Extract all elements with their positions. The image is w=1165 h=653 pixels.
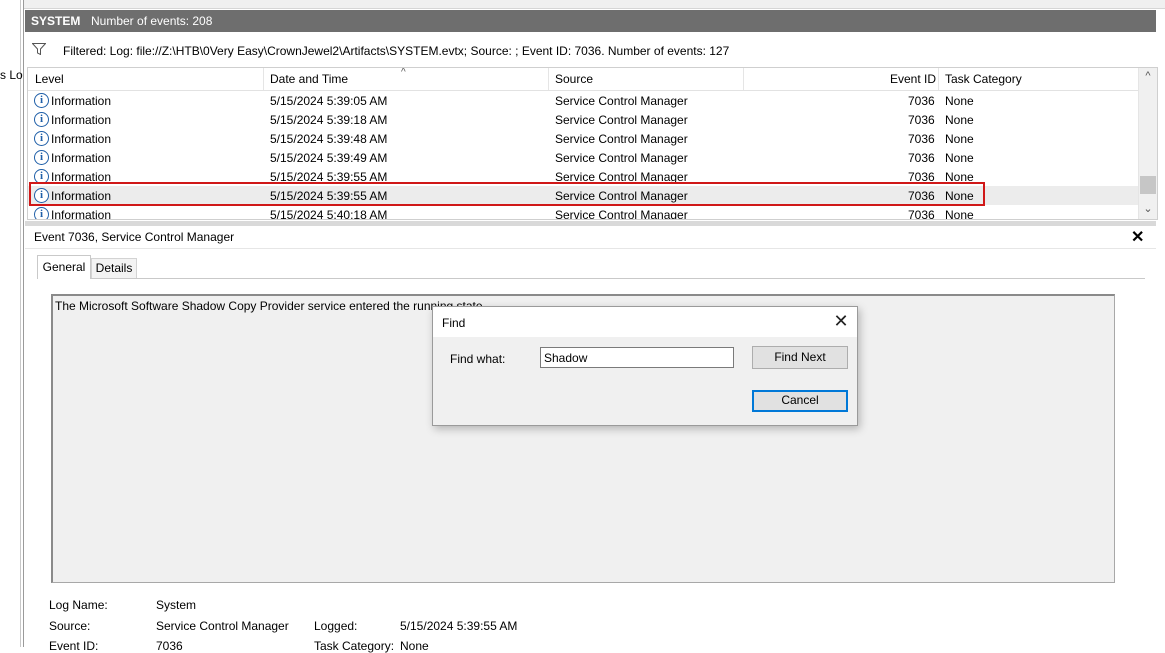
level-cell: Information: [51, 132, 112, 146]
sort-caret-icon: ^: [401, 67, 406, 78]
level-cell: Information: [51, 208, 112, 219]
scroll-up-icon[interactable]: ^: [1139, 70, 1157, 84]
log-name-value: System: [156, 598, 197, 612]
event-id-cell: 7036: [908, 208, 935, 219]
left-pane-item[interactable]: s Lo: [0, 68, 23, 82]
event-detail-title: Event 7036, Service Control Manager: [34, 230, 235, 244]
event-id-cell: 7036: [908, 113, 935, 127]
grid-header: Level Date and Time ^ Source Event ID Ta…: [28, 68, 1138, 91]
event-id-cell: 7036: [908, 132, 935, 146]
table-row[interactable]: i Information 5/15/2024 5:39:49 AM Service …: [28, 148, 1138, 167]
find-dialog-title: Find: [442, 316, 466, 330]
event-count: Number of events: 208: [91, 14, 213, 28]
log-name: SYSTEM: [31, 14, 81, 28]
event-id-label: Event ID:: [49, 639, 99, 653]
column-header-date[interactable]: Date and Time: [270, 72, 348, 86]
level-cell: Information: [51, 113, 112, 127]
source-cell: Service Control Manager: [555, 94, 688, 108]
selected-row-highlight: [29, 182, 985, 206]
pane-divider: [23, 0, 24, 647]
event-detail-header: Event 7036, Service Control Manager ✕: [25, 226, 1156, 249]
column-header-event-id[interactable]: Event ID: [890, 72, 936, 86]
task-category-value: None: [400, 639, 429, 653]
task-category-cell: None: [945, 113, 974, 127]
filter-description: Filtered: Log: file://Z:\HTB\0Very Easy\…: [63, 44, 730, 58]
date-cell: 5/15/2024 5:39:05 AM: [270, 94, 388, 108]
column-divider[interactable]: [938, 68, 939, 90]
cancel-button[interactable]: Cancel: [752, 390, 848, 412]
task-category-cell: None: [945, 151, 974, 165]
event-id-value: 7036: [156, 639, 183, 653]
info-icon: i: [34, 207, 49, 219]
scroll-down-icon[interactable]: ⌄: [1139, 202, 1157, 216]
find-what-input[interactable]: [540, 347, 734, 368]
log-name-label: Log Name:: [49, 598, 108, 612]
table-row[interactable]: i Information 5/15/2024 5:40:18 AM Service …: [28, 205, 1138, 219]
date-cell: 5/15/2024 5:39:48 AM: [270, 132, 388, 146]
info-icon: i: [34, 112, 49, 127]
vertical-scrollbar[interactable]: ^ ⌄: [1138, 68, 1157, 219]
logged-value: 5/15/2024 5:39:55 AM: [400, 619, 518, 633]
column-header-source[interactable]: Source: [555, 72, 593, 86]
date-cell: 5/15/2024 5:40:18 AM: [270, 208, 388, 219]
event-id-cell: 7036: [908, 151, 935, 165]
close-icon[interactable]: ✕: [831, 311, 851, 331]
task-category-label: Task Category:: [314, 639, 395, 653]
info-icon: i: [34, 93, 49, 108]
tab-general[interactable]: General: [37, 255, 91, 279]
left-navigation-pane: [0, 0, 21, 647]
source-cell: Service Control Manager: [555, 132, 688, 146]
find-what-label: Find what:: [450, 352, 506, 366]
event-id-cell: 7036: [908, 94, 935, 108]
logged-label: Logged:: [314, 619, 358, 633]
table-row[interactable]: i Information 5/15/2024 5:39:18 AM Service …: [28, 110, 1138, 129]
source-cell: Service Control Manager: [555, 113, 688, 127]
task-category-cell: None: [945, 132, 974, 146]
close-icon[interactable]: ✕: [1131, 227, 1144, 247]
log-title-bar: SYSTEM Number of events: 208: [25, 10, 1156, 32]
source-cell: Service Control Manager: [555, 208, 688, 219]
column-header-level[interactable]: Level: [35, 72, 64, 86]
column-divider[interactable]: [263, 68, 264, 90]
filter-icon: [31, 43, 47, 56]
column-divider[interactable]: [743, 68, 744, 90]
level-cell: Information: [51, 151, 112, 165]
date-cell: 5/15/2024 5:39:18 AM: [270, 113, 388, 127]
event-description: The Microsoft Software Shadow Copy Provi…: [55, 299, 486, 313]
date-cell: 5/15/2024 5:39:49 AM: [270, 151, 388, 165]
source-cell: Service Control Manager: [555, 151, 688, 165]
task-category-cell: None: [945, 208, 974, 219]
find-dialog: Find ✕ Find what: Find Next Cancel: [432, 306, 858, 426]
source-label: Source:: [49, 619, 91, 633]
column-header-task-category[interactable]: Task Category: [945, 72, 1022, 86]
scroll-thumb[interactable]: [1140, 176, 1156, 194]
info-icon: i: [34, 150, 49, 165]
top-strip: [24, 0, 1165, 9]
tab-details[interactable]: Details: [91, 258, 137, 278]
find-next-button[interactable]: Find Next: [752, 346, 848, 369]
task-category-cell: None: [945, 94, 974, 108]
filter-bar: Filtered: Log: file://Z:\HTB\0Very Easy\…: [25, 38, 1156, 62]
find-dialog-titlebar: Find ✕: [433, 307, 857, 337]
level-cell: Information: [51, 94, 112, 108]
table-row[interactable]: i Information 5/15/2024 5:39:05 AM Service …: [28, 91, 1138, 110]
table-row[interactable]: i Information 5/15/2024 5:39:48 AM Service …: [28, 129, 1138, 148]
info-icon: i: [34, 131, 49, 146]
source-value: Service Control Manager: [156, 619, 289, 633]
column-divider[interactable]: [548, 68, 549, 90]
